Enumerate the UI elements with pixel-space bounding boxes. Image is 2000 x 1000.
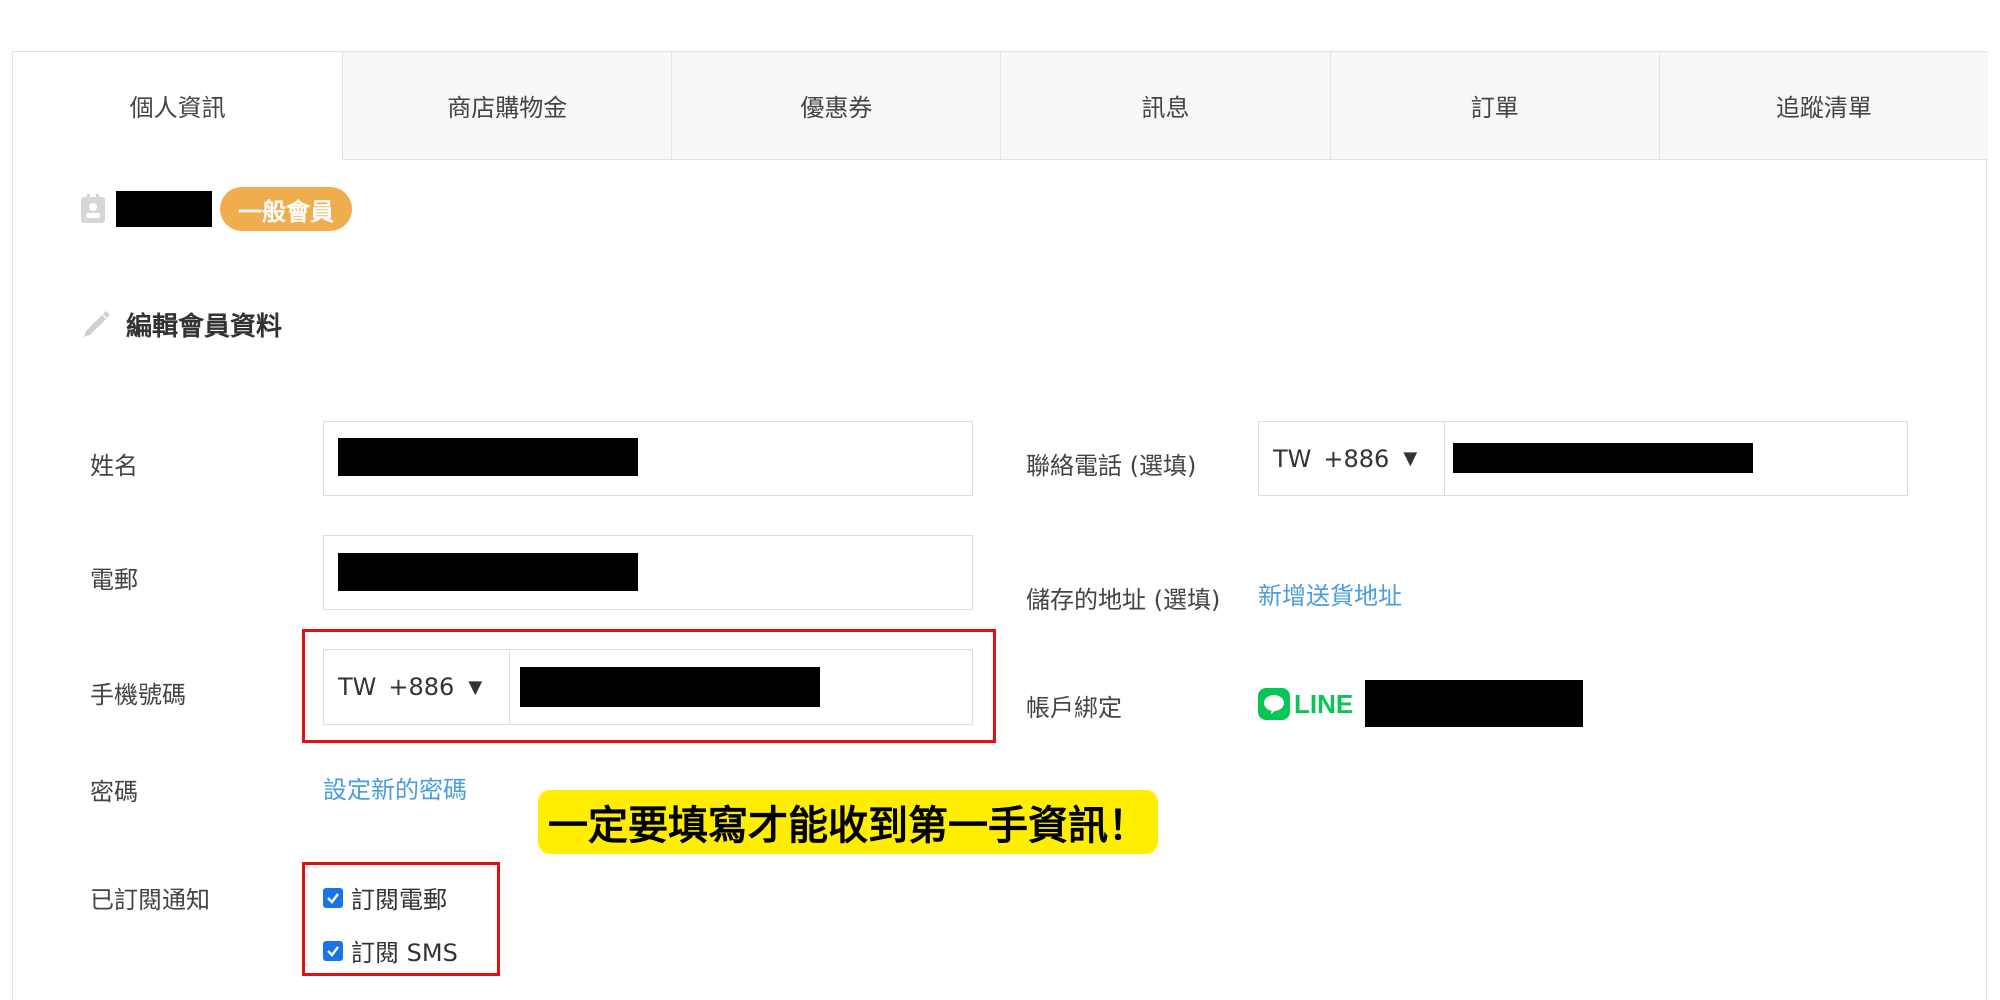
section-title-text: 編輯會員資料 [126,312,283,342]
subscribe-sms-label: 訂閱 SMS [351,939,458,967]
email-input[interactable] [323,535,973,610]
tab-orders[interactable]: 訂單 [1329,52,1659,160]
contact-number-input[interactable] [1445,422,1907,495]
contact-phone-field: TW +886 ▼ [1258,421,1908,496]
contact-phone-label: 聯絡電話 (選填) [1026,452,1197,480]
line-icon [1258,688,1290,720]
caret-down-icon: ▼ [468,676,483,698]
subscribe-email-row: 訂閱電郵 [323,880,447,915]
email-label: 電郵 [90,566,138,594]
name-input[interactable] [323,421,973,496]
mobile-value-redacted [520,667,820,707]
caret-down-icon: ▼ [1403,448,1418,469]
set-password-link[interactable]: 設定新的密碼 [323,770,467,805]
account-tabs: 個人資訊 商店購物金 優惠券 訊息 訂單 追蹤清單 [13,52,1988,160]
mobile-country-select[interactable]: TW +886 ▼ [324,650,510,724]
section-title: 編輯會員資料 [80,306,282,343]
subscribe-email-label: 訂閱電郵 [351,886,447,914]
subscribe-sms-checkbox[interactable] [323,940,343,961]
pencil-icon [80,307,112,343]
line-binding[interactable]: LINE [1258,688,1353,720]
mobile-number-input[interactable] [510,650,972,724]
member-name-redacted [116,191,212,227]
name-value-redacted [338,438,638,476]
mobile-phone-field: TW +886 ▼ [323,649,973,725]
mobile-code: +886 [388,673,455,701]
line-text: LINE [1294,688,1354,719]
tab-personal-info[interactable]: 個人資訊 [13,52,343,160]
subscribe-email-checkbox[interactable] [323,887,343,908]
contact-country-select[interactable]: TW +886 ▼ [1259,422,1445,495]
contact-country: TW [1273,444,1312,473]
membership-badge: 一般會員 [220,187,352,231]
email-value-redacted [338,553,638,591]
add-address-link[interactable]: 新增送貨地址 [1258,576,1402,611]
tab-messages[interactable]: 訊息 [1000,52,1330,160]
member-header: 一般會員 [80,186,352,232]
tab-store-credit[interactable]: 商店購物金 [342,52,672,160]
mobile-label: 手機號碼 [90,681,186,709]
mobile-country: TW [338,673,377,701]
contact-value-redacted [1453,443,1753,473]
subscriptions-label: 已訂閱通知 [90,886,210,914]
member-card-icon [80,194,106,224]
callout-note: 一定要填寫才能收到第一手資訊！ [538,790,1158,854]
line-account-redacted [1365,680,1583,727]
tab-coupons[interactable]: 優惠券 [671,52,1001,160]
account-binding-label: 帳戶綁定 [1026,694,1122,722]
name-label: 姓名 [90,452,138,480]
saved-address-label: 儲存的地址 (選填) [1026,586,1221,614]
subscribe-sms-row: 訂閱 SMS [323,933,458,968]
password-label: 密碼 [90,778,138,806]
contact-code: +886 [1323,444,1390,473]
tab-wishlist[interactable]: 追蹤清單 [1658,52,1988,160]
